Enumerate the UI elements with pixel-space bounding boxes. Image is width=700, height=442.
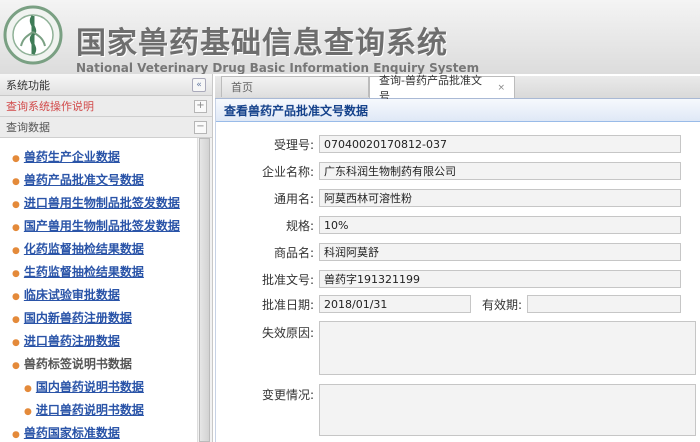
menu-item-clinical-trial[interactable]: ● 临床试验审批数据	[12, 286, 120, 303]
accept-no-label: 受理号:	[273, 137, 314, 152]
bullet-icon: ●	[12, 246, 20, 256]
valid-until-label: 有效期:	[481, 297, 522, 312]
bullet-icon: ●	[12, 430, 20, 440]
tab-bar: 首页 查询-兽药产品批准文号 ×	[215, 74, 700, 103]
generic-name-field[interactable]: 阿莫西林可溶性粉	[319, 189, 681, 207]
menu-item-approval-no[interactable]: ● 兽药产品批准文号数据	[12, 171, 144, 188]
query-data-label: 查询数据	[6, 121, 50, 134]
menu-scrollbar-thumb[interactable]	[199, 138, 210, 442]
approval-date-field[interactable]: 2018/01/31	[319, 295, 471, 313]
detail-form: 受理号: 07040020170812-037 企业名称: 广东科润生物制药有限…	[216, 122, 700, 442]
collapse-icon[interactable]: −	[194, 120, 207, 134]
menu-item-enterprise[interactable]: ● 兽药生产企业数据	[12, 148, 120, 165]
menu-item-import-manual[interactable]: ● 进口兽药说明书数据	[24, 401, 144, 418]
left-panel-header: 系统功能 «	[0, 74, 212, 96]
bullet-icon: ●	[12, 361, 20, 371]
menu-item-import-registration[interactable]: ● 进口兽药注册数据	[12, 332, 120, 349]
invalid-reason-field[interactable]	[319, 321, 696, 375]
left-nav-panel: 系统功能 « 查询系统操作说明 + 查询数据 − ● 兽药生产企业数据 ● 兽药产品…	[0, 74, 213, 442]
close-icon[interactable]: ×	[497, 83, 505, 93]
section-query-data[interactable]: 查询数据 −	[0, 117, 212, 138]
content-panel: 查看兽药产品批准文号数据 受理号: 07040020170812-037 企业名…	[215, 99, 700, 442]
bullet-icon: ●	[24, 407, 32, 417]
bullet-icon: ●	[12, 177, 20, 187]
query-menu: ● 兽药生产企业数据 ● 兽药产品批准文号数据 ● 进口兽用生物制品批签发数据 ● 国产…	[0, 138, 197, 442]
bullet-icon: ●	[12, 338, 20, 348]
bullet-icon: ●	[12, 315, 20, 325]
collapse-panel-icon[interactable]: «	[192, 77, 206, 92]
bullet-icon: ●	[24, 384, 32, 394]
spec-field[interactable]: 10%	[319, 216, 681, 234]
tab-home[interactable]: 首页	[221, 76, 369, 97]
emblem-logo-icon	[3, 5, 63, 65]
bullet-icon: ●	[12, 154, 20, 164]
menu-item-domestic-new-drug[interactable]: ● 国内新兽药注册数据	[12, 309, 132, 326]
invalid-reason-label: 失效原因:	[261, 325, 314, 340]
menu-item-domestic-bio-batch[interactable]: ● 国产兽用生物制品批签发数据	[12, 217, 180, 234]
left-panel-title: 系统功能	[6, 78, 50, 92]
menu-item-import-bio-batch[interactable]: ● 进口兽用生物制品批签发数据	[12, 194, 180, 211]
approval-no-field[interactable]: 兽药字191321199	[319, 270, 681, 288]
bullet-icon: ●	[12, 200, 20, 210]
approval-no-label: 批准文号:	[261, 272, 314, 287]
menu-item-bio-inspection[interactable]: ● 生药监督抽检结果数据	[12, 263, 144, 280]
company-field[interactable]: 广东科润生物制药有限公司	[319, 162, 681, 180]
bullet-icon: ●	[12, 292, 20, 302]
section-operation-guide[interactable]: 查询系统操作说明 +	[0, 96, 212, 117]
menu-item-national-standard[interactable]: ● 兽药国家标准数据	[12, 424, 120, 441]
menu-item-domestic-manual[interactable]: ● 国内兽药说明书数据	[24, 378, 144, 395]
approval-date-label: 批准日期:	[261, 297, 314, 312]
change-info-field[interactable]	[319, 384, 696, 436]
accept-no-field[interactable]: 07040020170812-037	[319, 135, 681, 153]
operation-guide-label: 查询系统操作说明	[6, 100, 94, 113]
spec-label: 规格:	[285, 218, 314, 233]
generic-name-label: 通用名:	[273, 191, 314, 206]
expand-icon[interactable]: +	[194, 99, 207, 113]
company-label: 企业名称:	[261, 164, 314, 179]
valid-until-field[interactable]	[527, 295, 681, 313]
app-header: 国家兽药基础信息查询系统 National Veterinary Drug Ba…	[0, 0, 700, 74]
trade-name-label: 商品名:	[273, 245, 314, 260]
section-title: 查看兽药产品批准文号数据	[216, 99, 700, 122]
trade-name-field[interactable]: 科润阿莫舒	[319, 243, 681, 261]
bullet-icon: ●	[12, 269, 20, 279]
menu-item-label-manual[interactable]: ● 兽药标签说明书数据	[12, 355, 132, 372]
menu-item-chem-inspection[interactable]: ● 化药监督抽检结果数据	[12, 240, 144, 257]
menu-scrollbar[interactable]	[197, 138, 212, 442]
tab-approval-query[interactable]: 查询-兽药产品批准文号 ×	[369, 74, 515, 103]
bullet-icon: ●	[12, 223, 20, 233]
change-info-label: 变更情况:	[261, 387, 314, 402]
app-title: 国家兽药基础信息查询系统	[76, 26, 448, 61]
